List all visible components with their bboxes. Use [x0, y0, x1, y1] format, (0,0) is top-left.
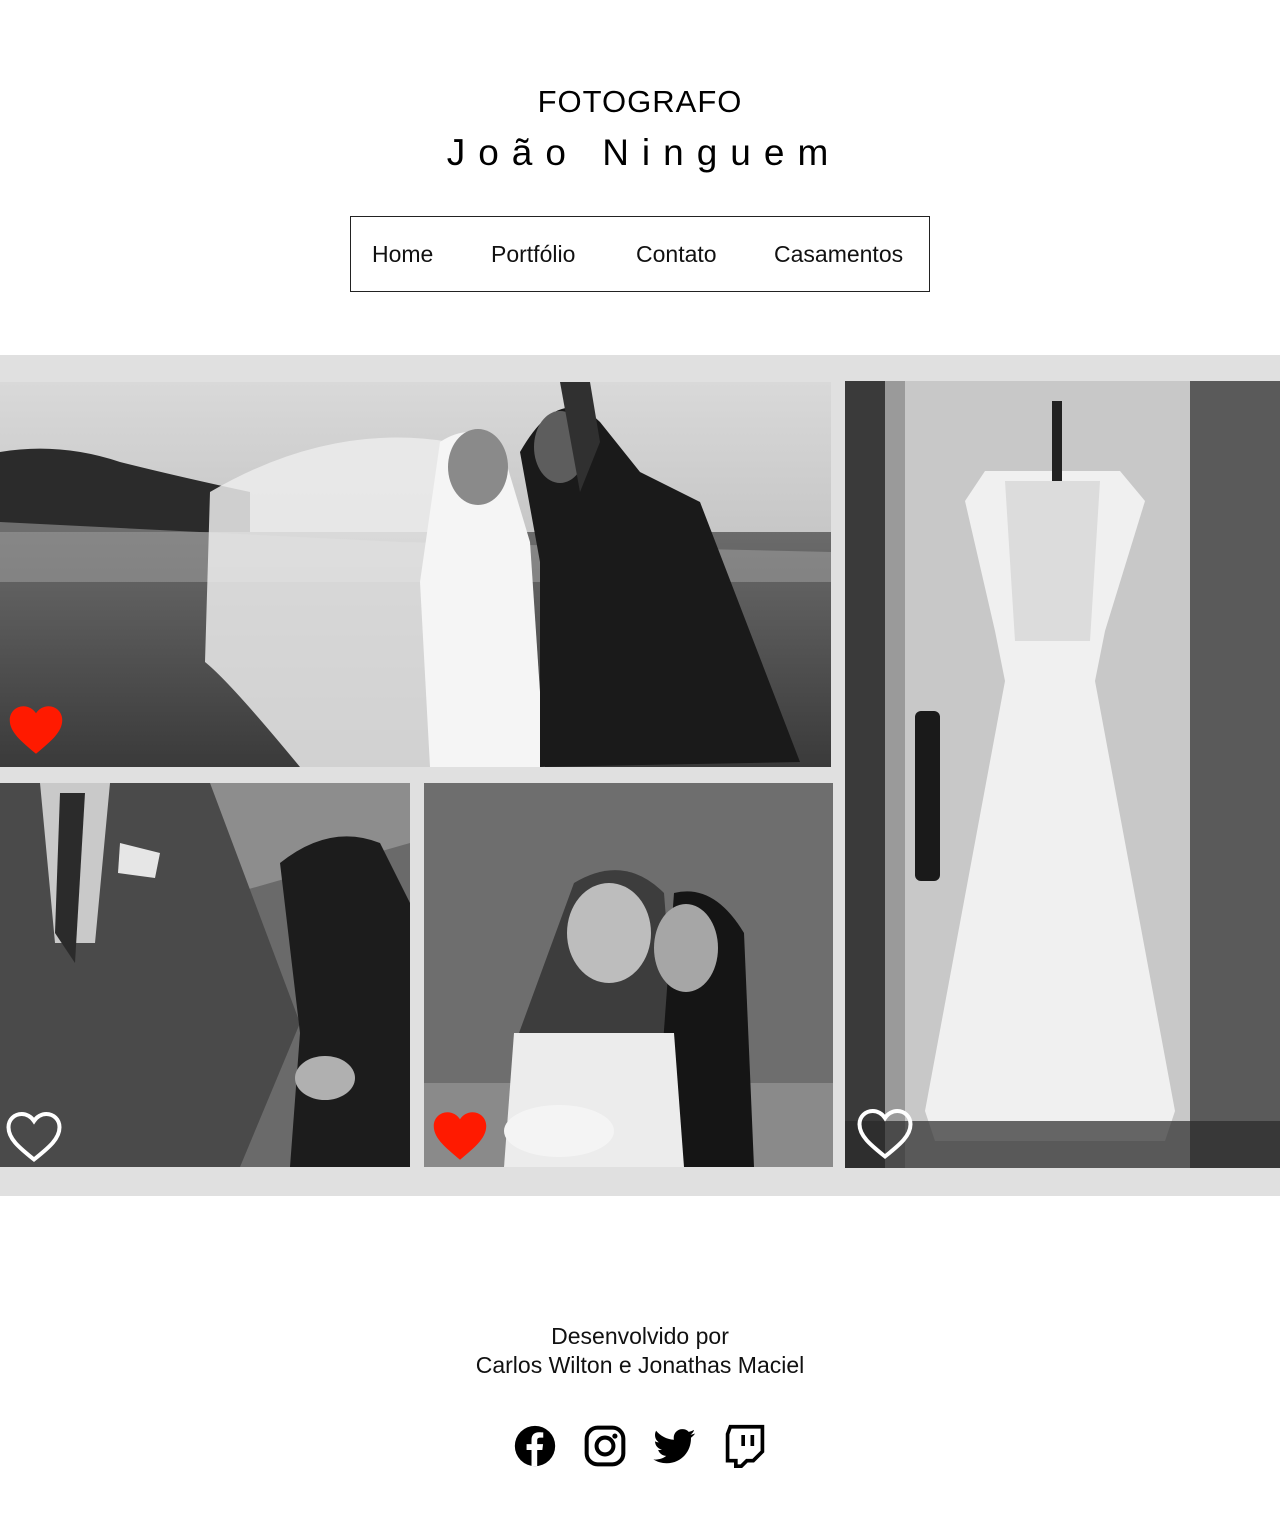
facebook-icon[interactable]	[513, 1424, 557, 1468]
nav-item-home[interactable]: Home	[372, 241, 433, 268]
nav-item-portfolio[interactable]: Portfólio	[491, 241, 575, 268]
footer-credit-line1: Desenvolvido por	[551, 1323, 729, 1349]
photo-wedding-dress-image	[845, 381, 1280, 1168]
photo-couple-kiss-image	[0, 382, 831, 767]
footer-credit-line2: Carlos Wilton e Jonathas Maciel	[475, 1352, 805, 1378]
heart-outline-icon[interactable]	[854, 1104, 916, 1164]
photo-couple-kiss[interactable]	[0, 382, 831, 767]
heart-liked-icon[interactable]	[429, 1106, 491, 1166]
twitter-icon[interactable]	[653, 1424, 697, 1468]
twitch-icon[interactable]	[723, 1424, 767, 1468]
photographer-name: João Ninguem	[446, 132, 842, 173]
footer-credit: Desenvolvido por Carlos Wilton e Jonatha…	[0, 1322, 1280, 1380]
nav-item-contato[interactable]: Contato	[636, 241, 717, 268]
heart-outline-icon[interactable]	[3, 1107, 65, 1167]
photo-gallery	[0, 355, 1280, 1196]
heart-liked-icon[interactable]	[5, 700, 67, 760]
main-nav: Home Portfólio Contato Casamentos	[350, 216, 930, 292]
photo-wedding-dress[interactable]	[845, 381, 1280, 1168]
photo-groom-hands[interactable]	[0, 783, 410, 1167]
nav-item-casamentos[interactable]: Casamentos	[774, 241, 903, 268]
photo-brides[interactable]	[424, 783, 833, 1167]
brand-label: FOTOGRAFO	[537, 84, 743, 119]
instagram-icon[interactable]	[583, 1424, 627, 1468]
